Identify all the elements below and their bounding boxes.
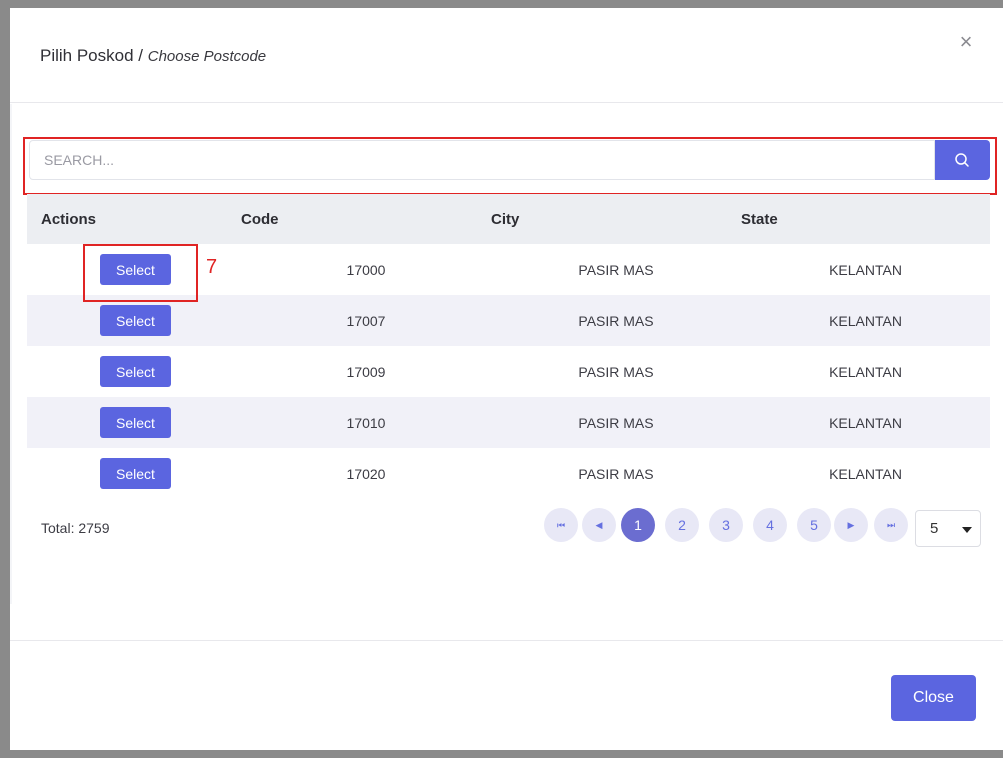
cell-city: PASIR MAS: [491, 295, 741, 346]
total-count: Total: 2759: [41, 520, 110, 536]
cell-city: PASIR MAS: [578, 261, 654, 278]
table-row: Select 17020 PASIR MAS KELANTAN: [27, 448, 990, 499]
cell-state: KELANTAN: [829, 465, 902, 482]
cell-state: KELANTAN: [741, 295, 990, 346]
cell-city: PASIR MAS: [491, 397, 741, 448]
cell-code: 17010: [241, 397, 491, 448]
cell-code: 17000: [346, 261, 386, 278]
table-row: Select 17009 PASIR MAS KELANTAN: [27, 346, 990, 397]
search-input[interactable]: [29, 140, 935, 180]
select-button[interactable]: Select: [100, 356, 171, 387]
modal-title: Pilih Poskod / Choose Postcode: [40, 46, 266, 66]
modal-header: Pilih Poskod / Choose Postcode ×: [10, 8, 1003, 103]
search-icon: [955, 153, 969, 167]
modal-title-main: Pilih Poskod: [40, 46, 134, 65]
next-page-button[interactable]: ▶: [834, 508, 868, 542]
first-page-button[interactable]: ⏮: [544, 508, 578, 542]
cell-city: PASIR MAS: [578, 465, 654, 482]
select-highlight-box: [83, 244, 198, 302]
modal-title-separator: /: [133, 46, 148, 65]
search-button[interactable]: [935, 140, 990, 180]
cell-city: PASIR MAS: [578, 363, 654, 380]
cell-code: 17020: [346, 465, 386, 482]
cell-state: KELANTAN: [829, 261, 902, 278]
last-page-button[interactable]: ⏭: [874, 508, 908, 542]
page-button-3[interactable]: 3: [709, 508, 743, 542]
modal-title-sub: Choose Postcode: [147, 48, 267, 65]
table-header-row: Actions Code City State: [27, 194, 990, 244]
postcode-modal: Pilih Poskod / Choose Postcode × Actions…: [10, 8, 1003, 750]
page-button-2[interactable]: 2: [665, 508, 699, 542]
postcode-table: Actions Code City State Select 17000 PAS…: [27, 194, 990, 499]
page-button-1[interactable]: 1: [621, 508, 655, 542]
page-size-value: 5: [930, 520, 939, 537]
select-button[interactable]: Select: [100, 458, 171, 489]
cell-state: KELANTAN: [741, 397, 990, 448]
caret-down-icon: [962, 527, 972, 533]
footer-divider: [10, 640, 1003, 641]
cell-state: KELANTAN: [829, 363, 902, 380]
column-header-state: State: [741, 194, 990, 244]
page-size-select[interactable]: 5: [915, 510, 981, 547]
select-button[interactable]: Select: [100, 407, 171, 438]
table-row: Select 17007 PASIR MAS KELANTAN: [27, 295, 990, 346]
annotation-number: 7: [206, 256, 218, 278]
table-row: Select 17010 PASIR MAS KELANTAN: [27, 397, 990, 448]
prev-page-button[interactable]: ◀: [582, 508, 616, 542]
column-header-actions: Actions: [27, 194, 241, 244]
column-header-city: City: [491, 194, 741, 244]
column-header-code: Code: [241, 194, 491, 244]
page-button-4[interactable]: 4: [753, 508, 787, 542]
cell-code: 17007: [241, 295, 491, 346]
close-button[interactable]: Close: [891, 675, 976, 721]
close-icon[interactable]: ×: [954, 30, 978, 54]
cell-code: 17009: [346, 363, 386, 380]
select-button[interactable]: Select: [100, 305, 171, 336]
page-button-5[interactable]: 5: [797, 508, 831, 542]
